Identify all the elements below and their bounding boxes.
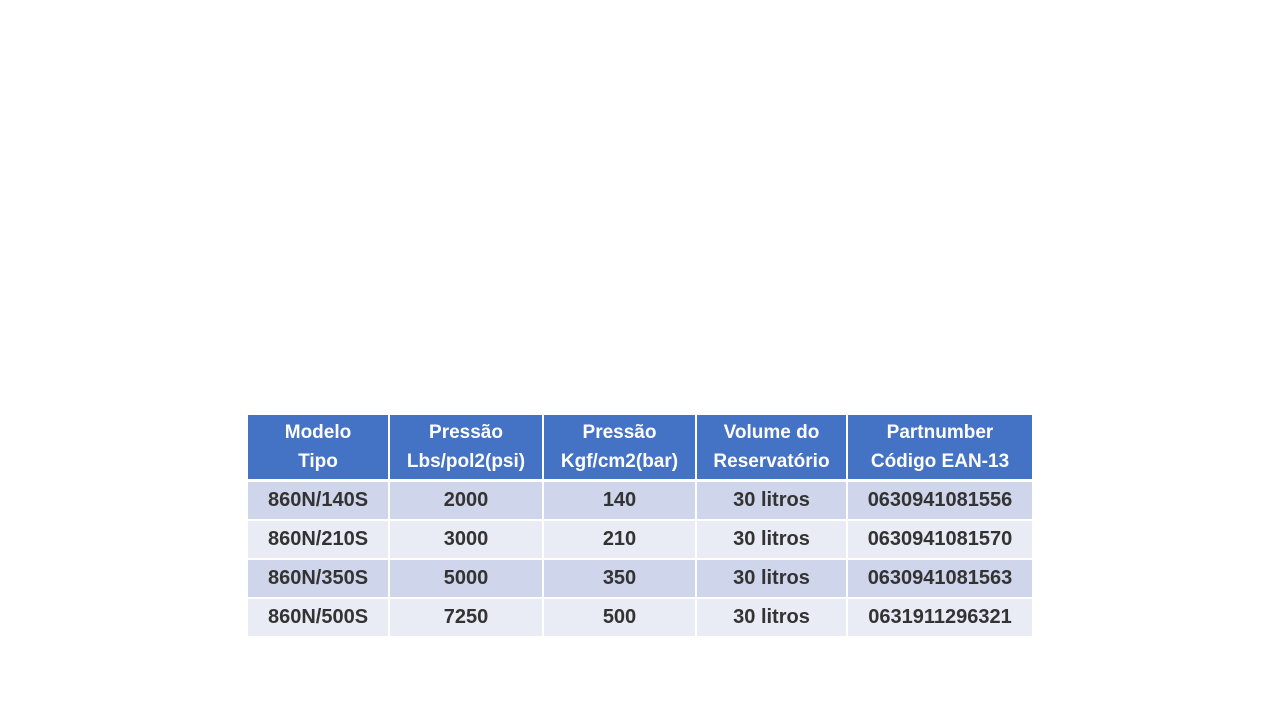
header-partnumber-ean: Partnumber Código EAN-13 xyxy=(846,415,1032,482)
table-row: 860N/350S 5000 350 30 litros 06309410815… xyxy=(248,558,1032,599)
cell-volume: 30 litros xyxy=(695,558,848,599)
header-line: Partnumber xyxy=(886,422,994,443)
table-row: 860N/140S 2000 140 30 litros 06309410815… xyxy=(248,479,1032,521)
header-line: Kgf/cm2(bar) xyxy=(560,451,679,472)
cell-volume: 30 litros xyxy=(695,519,848,560)
header-line: Modelo xyxy=(284,422,352,443)
cell-pressao-psi: 2000 xyxy=(388,479,544,521)
cell-modelo: 860N/500S xyxy=(248,597,390,638)
cell-pressao-psi: 7250 xyxy=(388,597,544,638)
header-line: Código EAN-13 xyxy=(870,451,1010,472)
table-header-row: Modelo Tipo Pressão Lbs/pol2(psi) Pressã… xyxy=(248,415,1032,482)
cell-partnumber: 0631911296321 xyxy=(846,597,1032,638)
header-line: Reservatório xyxy=(713,451,830,472)
cell-pressao-bar: 500 xyxy=(542,597,697,638)
cell-partnumber: 0630941081556 xyxy=(846,479,1032,521)
header-pressao-bar: Pressão Kgf/cm2(bar) xyxy=(542,415,697,482)
table-row: 860N/500S 7250 500 30 litros 06319112963… xyxy=(248,597,1032,638)
table-row: 860N/210S 3000 210 30 litros 06309410815… xyxy=(248,519,1032,560)
header-line: Tipo xyxy=(298,451,338,472)
spec-table: Modelo Tipo Pressão Lbs/pol2(psi) Pressã… xyxy=(248,415,1032,638)
header-line: Pressão xyxy=(582,422,657,443)
cell-pressao-psi: 3000 xyxy=(388,519,544,560)
cell-modelo: 860N/210S xyxy=(248,519,390,560)
header-line: Lbs/pol2(psi) xyxy=(406,451,526,472)
cell-volume: 30 litros xyxy=(695,597,848,638)
cell-pressao-bar: 350 xyxy=(542,558,697,599)
header-pressao-psi: Pressão Lbs/pol2(psi) xyxy=(388,415,544,482)
cell-pressao-psi: 5000 xyxy=(388,558,544,599)
slide: Modelo Tipo Pressão Lbs/pol2(psi) Pressã… xyxy=(0,0,1280,720)
cell-partnumber: 0630941081570 xyxy=(846,519,1032,560)
cell-volume: 30 litros xyxy=(695,479,848,521)
cell-pressao-bar: 140 xyxy=(542,479,697,521)
header-modelo-tipo: Modelo Tipo xyxy=(248,415,390,482)
header-volume-reservatorio: Volume do Reservatório xyxy=(695,415,848,482)
header-line: Volume do xyxy=(723,422,820,443)
cell-pressao-bar: 210 xyxy=(542,519,697,560)
cell-partnumber: 0630941081563 xyxy=(846,558,1032,599)
cell-modelo: 860N/350S xyxy=(248,558,390,599)
cell-modelo: 860N/140S xyxy=(248,479,390,521)
header-line: Pressão xyxy=(429,422,503,443)
